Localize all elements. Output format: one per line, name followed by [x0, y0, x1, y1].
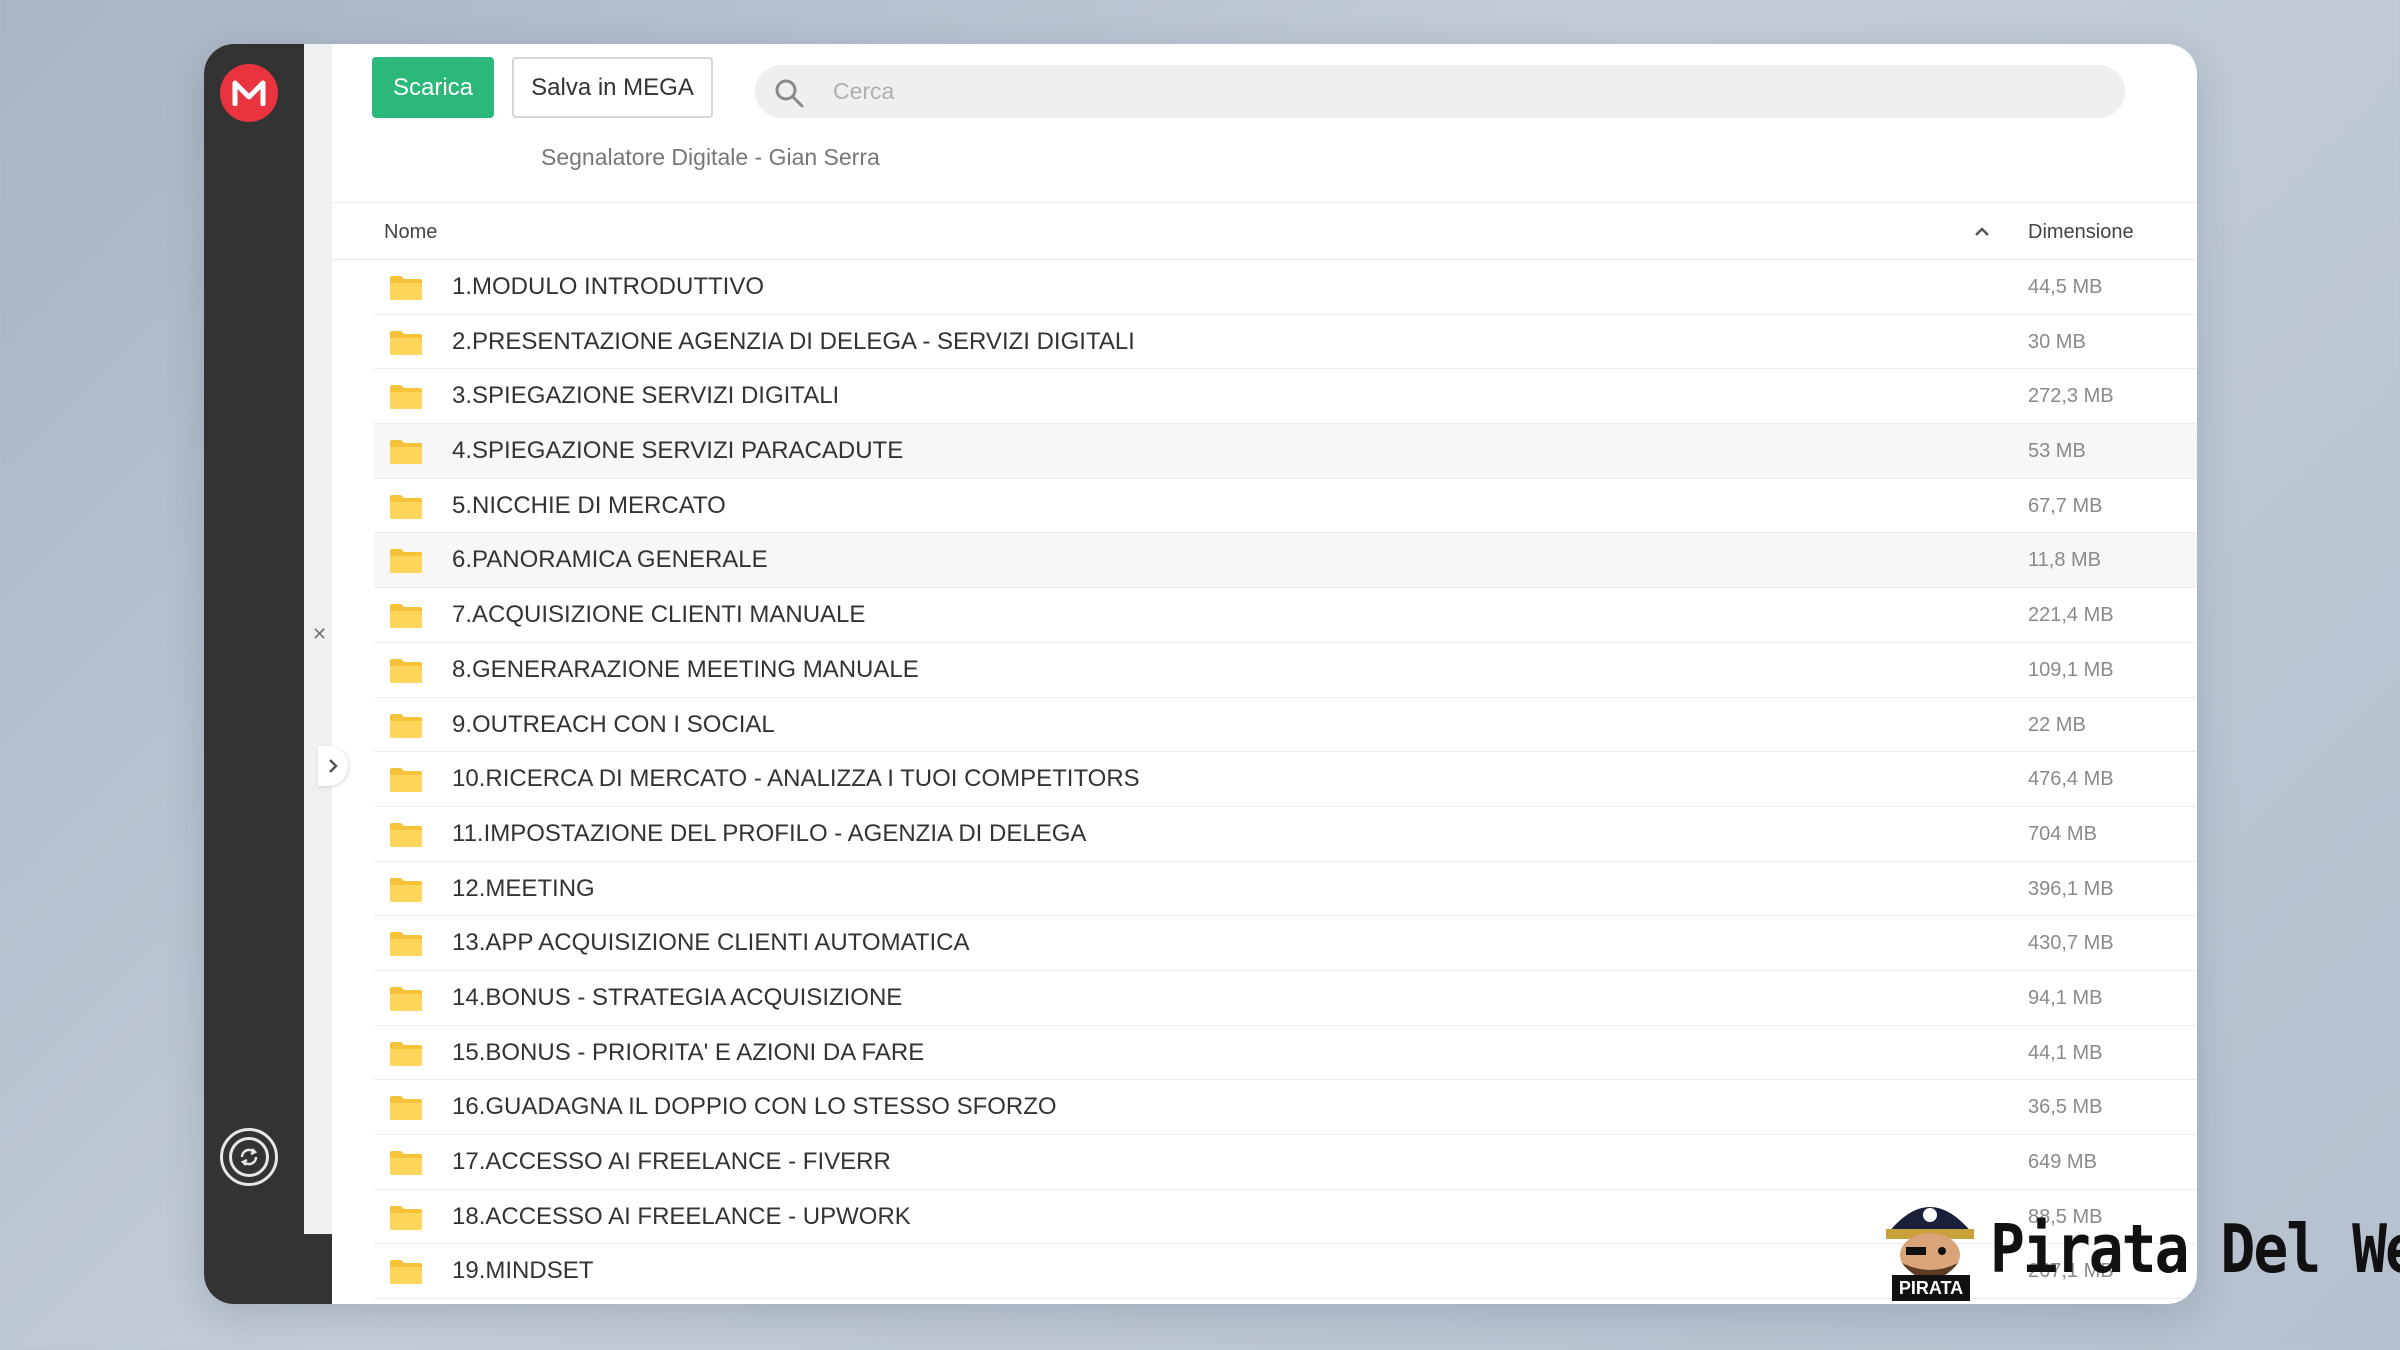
folder-icon [389, 329, 423, 356]
table-row[interactable]: 10.RICERCA DI MERCATO - ANALIZZA I TUOI … [374, 752, 2197, 807]
folder-icon [389, 876, 423, 903]
table-row[interactable]: 3.SPIEGAZIONE SERVIZI DIGITALI272,3 MBCa… [374, 369, 2197, 425]
folder-size: 44,5 MB [2028, 276, 2103, 298]
folder-size: 430,7 MB [2028, 932, 2114, 955]
folder-size: 44,1 MB [2028, 1041, 2103, 1064]
folder-name: 12.MEETING [452, 874, 595, 902]
folder-icon [389, 766, 423, 793]
table-row[interactable]: 11.IMPOSTAZIONE DEL PROFILO - AGENZIA DI… [374, 807, 2197, 862]
folder-name: 2.PRESENTAZIONE AGENZIA DI DELEGA - SERV… [452, 327, 1135, 355]
table-row[interactable]: 12.MEETING396,1 MBCartella [374, 862, 2197, 917]
table-row[interactable]: 14.BONUS - STRATEGIA ACQUISIZIONE 94,1 MB… [374, 971, 2197, 1026]
folder-name: 16.GUADAGNA IL DOPPIO CON LO STESSO SFOR… [452, 1093, 1057, 1121]
folder-name: 11.IMPOSTAZIONE DEL PROFILO - AGENZIA DI… [452, 819, 1087, 847]
folder-name: 18.ACCESSO AI FREELANCE - UPWORK [452, 1202, 911, 1230]
folder-icon [389, 1040, 423, 1067]
table-row[interactable]: 1.MODULO INTRODUTTIVO44,5 MBCartella [374, 260, 2197, 315]
pirata-del-web-watermark: PIRATA Pirata Del Web [1870, 1185, 2400, 1305]
mega-logo-icon[interactable] [220, 64, 278, 122]
folder-size: 67,7 MB [2028, 494, 2103, 517]
folder-size: 396,1 MB [2028, 877, 2114, 900]
table-row[interactable]: 15.BONUS - PRIORITA' E AZIONI DA FARE 44,… [374, 1026, 2197, 1081]
expand-panel-button[interactable] [318, 746, 348, 786]
table-row[interactable]: 9.OUTREACH CON I SOCIAL22 MBCartella [374, 698, 2197, 753]
folder-size: 476,4 MB [2028, 768, 2114, 791]
folder-icon [389, 712, 423, 739]
folder-icon [389, 438, 423, 465]
table-row[interactable]: 13.APP ACQUISIZIONE CLIENTI AUTOMATICA 43… [374, 916, 2197, 971]
file-list: 1.MODULO INTRODUTTIVO44,5 MBCartella2.PR… [374, 260, 2197, 1300]
chevron-right-icon [329, 759, 338, 773]
folder-name: 10.RICERCA DI MERCATO - ANALIZZA I TUOI … [452, 765, 1140, 793]
table-row[interactable]: 8.GENERARAZIONE MEETING MANUALE109,1 MBC… [374, 643, 2197, 698]
folder-size: 11,8 MB [2028, 549, 2101, 572]
folder-name: 14.BONUS - STRATEGIA ACQUISIZIONE [452, 983, 903, 1011]
folder-size: 272,3 MB [2028, 385, 2114, 408]
folder-name: 3.SPIEGAZIONE SERVIZI DIGITALI [452, 382, 840, 410]
folder-icon [389, 821, 423, 848]
folder-icon [389, 274, 423, 301]
table-row[interactable]: 6.PANORAMICA GENERALE11,8 MBCartella [374, 533, 2197, 589]
table-header: Nome Dimensione Tipo [332, 202, 2197, 260]
folder-name: 8.GENERARAZIONE MEETING MANUALE [452, 655, 919, 683]
folder-icon [389, 602, 423, 629]
folder-size: 36,5 MB [2028, 1096, 2103, 1119]
folder-icon [389, 1204, 423, 1231]
folder-size: 94,1 MB [2028, 986, 2103, 1009]
folder-icon [389, 493, 423, 520]
table-row[interactable]: 5.NICCHIE DI MERCATO67,7 MBCartella [374, 479, 2197, 534]
watermark-badge: PIRATA [1892, 1275, 1970, 1301]
folder-icon [389, 1094, 423, 1121]
folder-icon [389, 1258, 423, 1285]
folder-icon [389, 383, 423, 410]
folder-size: 649 MB [2028, 1151, 2097, 1173]
table-row[interactable]: 17.ACCESSO AI FREELANCE - FIVERR649 MBCa… [374, 1135, 2197, 1190]
chevron-up-icon[interactable] [1974, 227, 1990, 237]
column-header-name[interactable]: Nome [384, 221, 437, 244]
mega-window: ✕ Scarica Salva in MEGA Segnalatore Digi… [204, 44, 2197, 1304]
folder-size: 30 MB [2028, 330, 2086, 353]
folder-icon [389, 985, 423, 1012]
breadcrumb[interactable]: Segnalatore Digitale - Gian Serra [541, 144, 880, 171]
watermark-text: Pirata Del Web [1990, 1209, 2400, 1289]
sync-icon[interactable] [220, 1128, 278, 1186]
folder-name: 15.BONUS - PRIORITA' E AZIONI DA FARE [452, 1038, 925, 1066]
folder-name: 4.SPIEGAZIONE SERVIZI PARACADUTE [452, 437, 904, 465]
download-button[interactable]: Scarica [372, 57, 494, 118]
folder-size: 53 MB [2028, 440, 2086, 463]
folder-icon [389, 547, 423, 574]
folder-icon [389, 930, 423, 957]
folder-size: 221,4 MB [2028, 604, 2114, 627]
folder-name: 13.APP ACQUISIZIONE CLIENTI AUTOMATICA [452, 929, 970, 957]
folder-name: 5.NICCHIE DI MERCATO [452, 491, 726, 519]
folder-name: 17.ACCESSO AI FREELANCE - FIVERR [452, 1148, 891, 1175]
table-row[interactable]: 4.SPIEGAZIONE SERVIZI PARACADUTE53 MBCar… [374, 424, 2197, 479]
folder-size: 109,1 MB [2028, 658, 2114, 681]
search-icon [775, 79, 804, 108]
search-bar[interactable] [755, 65, 2125, 118]
folder-icon [389, 1149, 423, 1176]
close-icon[interactable]: ✕ [312, 624, 327, 645]
save-to-mega-button[interactable]: Salva in MEGA [512, 57, 713, 118]
folder-name: 19.MINDSET [452, 1257, 594, 1285]
table-row[interactable]: 2.PRESENTAZIONE AGENZIA DI DELEGA - SERV… [374, 315, 2197, 370]
folder-name: 1.MODULO INTRODUTTIVO [452, 273, 765, 300]
folder-name: 6.PANORAMICA GENERALE [452, 546, 768, 574]
folder-icon [389, 657, 423, 684]
folder-size: 704 MB [2028, 822, 2097, 845]
table-row[interactable]: 7.ACQUISIZIONE CLIENTI MANUALE221,4 MBCa… [374, 588, 2197, 643]
folder-size: 22 MB [2028, 713, 2086, 736]
column-header-size[interactable]: Dimensione [2028, 221, 2134, 244]
table-row[interactable]: 16.GUADAGNA IL DOPPIO CON LO STESSO SFOR… [374, 1080, 2197, 1135]
search-input[interactable] [833, 65, 2083, 118]
folder-name: 7.ACQUISIZIONE CLIENTI MANUALE [452, 601, 866, 629]
folder-name: 9.OUTREACH CON I SOCIAL [452, 710, 775, 738]
